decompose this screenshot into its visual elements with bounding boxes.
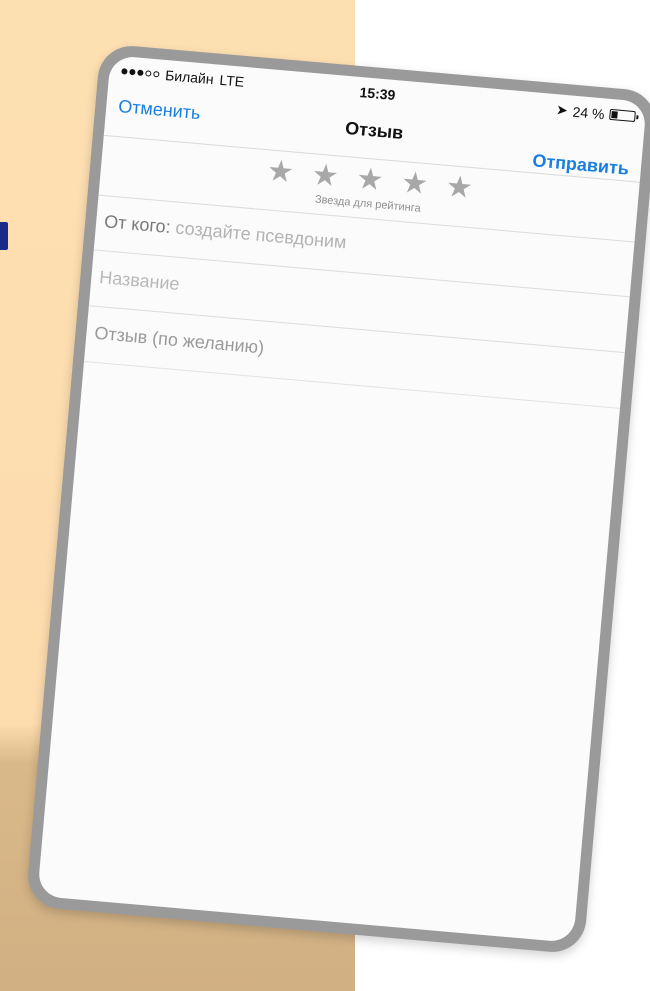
edge-marker [0,222,8,250]
phone-frame: Билайн LTE 15:39 ➤ 24 % Отменить Отзыв О… [25,43,650,955]
star-icon[interactable]: ★ [266,154,296,189]
battery-percent: 24 % [572,103,606,122]
location-arrow-icon: ➤ [555,101,569,119]
phone-screen: Билайн LTE 15:39 ➤ 24 % Отменить Отзыв О… [37,55,647,943]
from-label: От кого: [103,211,172,237]
review-placeholder: Отзыв (по желанию) [93,322,265,358]
star-icon[interactable]: ★ [400,166,430,201]
star-icon[interactable]: ★ [310,158,340,193]
nickname-placeholder: создайте псевдоним [174,217,348,253]
battery-icon [609,108,636,123]
star-icon[interactable]: ★ [445,170,475,205]
title-placeholder: Название [98,267,181,294]
status-right: ➤ 24 % [555,101,636,125]
star-icon[interactable]: ★ [355,162,385,197]
